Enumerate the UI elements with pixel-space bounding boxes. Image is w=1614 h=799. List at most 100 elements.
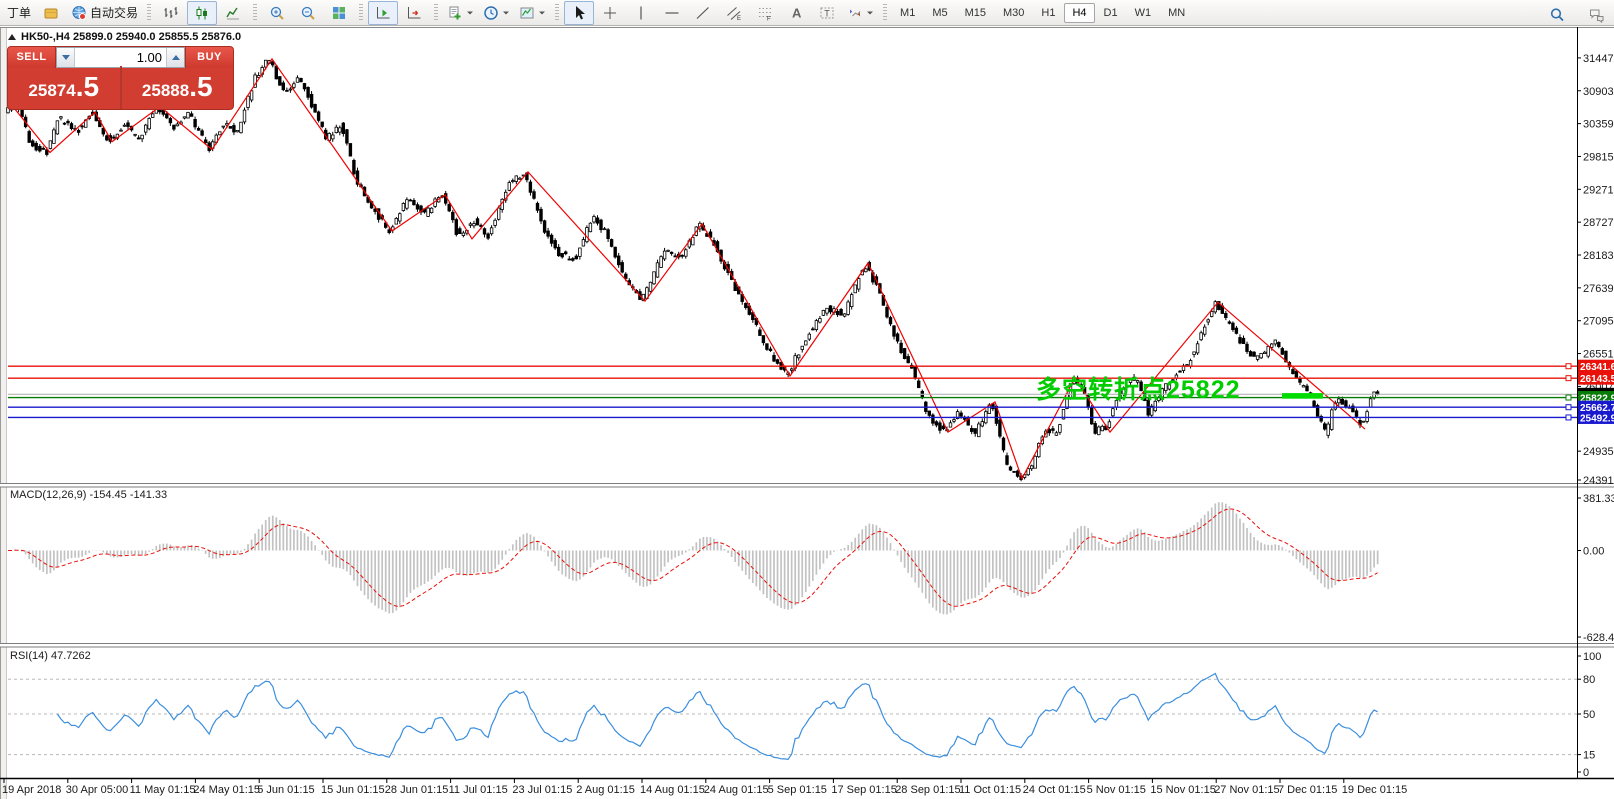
svg-text:15 Nov 01:15: 15 Nov 01:15	[1150, 784, 1215, 796]
arrows-icon	[847, 5, 863, 21]
timeframe-m1-button[interactable]: M1	[892, 3, 923, 23]
highlight-trendline-segment[interactable]	[1282, 393, 1323, 399]
fibonacci-button[interactable]: F	[750, 1, 780, 25]
chat-button[interactable]	[1582, 3, 1612, 27]
tile-windows-icon	[331, 5, 347, 21]
svg-text:24 May 01:15: 24 May 01:15	[193, 784, 260, 796]
text-button[interactable]: A	[781, 1, 811, 25]
rsi-indicator-label: RSI(14) 47.7262	[10, 650, 91, 662]
toolbar-grip	[253, 4, 257, 22]
autoscroll-button[interactable]	[368, 1, 398, 25]
timeframe-d1-button[interactable]: D1	[1096, 3, 1126, 23]
svg-text:24 Oct 01:15: 24 Oct 01:15	[1023, 784, 1086, 796]
svg-text:15 Jun 01:15: 15 Jun 01:15	[321, 784, 385, 796]
toolbar-grip	[359, 4, 363, 22]
svg-text:11 Jul 01:15: 11 Jul 01:15	[449, 784, 508, 796]
cursor-button[interactable]	[564, 1, 594, 25]
arrows-button[interactable]	[843, 1, 878, 25]
buy-price[interactable]: 25888.5	[120, 66, 234, 111]
svg-text:5 Nov 01:15: 5 Nov 01:15	[1087, 784, 1146, 796]
svg-text:T: T	[824, 8, 830, 18]
new-order-button[interactable]: 丁单	[3, 1, 35, 25]
timeframe-m15-button[interactable]: M15	[957, 3, 994, 23]
caret-down-icon	[466, 9, 474, 17]
svg-text:5 Sep 01:15: 5 Sep 01:15	[768, 784, 827, 796]
one-click-trading-panel: SELL 1.00 BUY 25874.5 25888.5	[7, 46, 234, 110]
chart-text-annotation[interactable]: 多空转折点25822	[1036, 370, 1241, 406]
volume-increase-button[interactable]	[166, 48, 184, 67]
svg-text:27095.0: 27095.0	[1583, 316, 1614, 328]
sell-price[interactable]: 25874.5	[8, 66, 120, 111]
channel-button[interactable]: E	[719, 1, 749, 25]
svg-text:15: 15	[1583, 750, 1595, 762]
svg-text:11 Oct 01:15: 11 Oct 01:15	[959, 784, 1021, 796]
autoscroll-icon	[375, 5, 391, 21]
crosshair-button[interactable]	[595, 1, 625, 25]
tile-windows-button[interactable]	[324, 1, 354, 25]
svg-text:24391.0: 24391.0	[1583, 475, 1614, 487]
text-label-button[interactable]: T	[812, 1, 842, 25]
bar-chart-button[interactable]	[156, 1, 186, 25]
timeframe-m5-button[interactable]: M5	[924, 3, 955, 23]
timeframe-mn-button[interactable]: MN	[1160, 3, 1193, 23]
new-chart-button[interactable]	[443, 1, 478, 25]
vertical-line-button[interactable]	[626, 1, 656, 25]
text-label-icon: T	[819, 5, 835, 21]
bar-chart-icon	[163, 5, 179, 21]
timeframe-m30-button[interactable]: M30	[995, 3, 1032, 23]
svg-text:19 Apr 2018: 19 Apr 2018	[2, 784, 61, 796]
svg-text:23 Jul 01:15: 23 Jul 01:15	[512, 784, 572, 796]
svg-text:31447.0: 31447.0	[1583, 53, 1614, 65]
chart-window: 31447.030903.030359.029815.029271.028727…	[0, 27, 1614, 799]
svg-text:-628.4: -628.4	[1583, 632, 1614, 644]
horizontal-line-button[interactable]	[657, 1, 687, 25]
collapse-triangle-icon[interactable]	[8, 34, 16, 40]
svg-text:14 Aug 01:15: 14 Aug 01:15	[640, 784, 705, 796]
vertical-line-icon	[633, 5, 649, 21]
period-button[interactable]	[479, 1, 514, 25]
toolbar-grip	[883, 4, 887, 22]
caret-down-icon	[502, 9, 510, 17]
caret-down-icon	[538, 9, 546, 17]
svg-text:26551.0: 26551.0	[1583, 349, 1614, 361]
new-chart-icon	[447, 5, 463, 21]
timeframe-h4-button[interactable]: H4	[1064, 3, 1094, 23]
toolbar-button-label: 自动交易	[90, 4, 138, 21]
autotrade-button[interactable]: 自动交易	[67, 1, 142, 25]
chart-shift-icon	[406, 5, 422, 21]
notify-icon	[43, 5, 59, 21]
svg-text:F: F	[767, 16, 771, 21]
line-chart-button[interactable]	[218, 1, 248, 25]
chart-shift-button[interactable]	[399, 1, 429, 25]
chart-title-text: HK50-,H4 25899.0 25940.0 25855.5 25876.0	[21, 31, 241, 43]
chart-canvas[interactable]: 31447.030903.030359.029815.029271.028727…	[0, 27, 1614, 799]
trendline-button[interactable]	[688, 1, 718, 25]
svg-text:100: 100	[1583, 651, 1601, 663]
candlestick-chart-icon	[194, 5, 210, 21]
svg-text:7 Dec 01:15: 7 Dec 01:15	[1278, 784, 1337, 796]
svg-text:30359.0: 30359.0	[1583, 119, 1614, 131]
template-icon	[519, 5, 535, 21]
svg-text:28183.0: 28183.0	[1583, 250, 1614, 262]
svg-text:25492.9: 25492.9	[1580, 413, 1614, 424]
svg-text:50: 50	[1583, 709, 1595, 721]
svg-text:0: 0	[1583, 767, 1589, 779]
zoom-out-icon	[300, 5, 316, 21]
caret-down-icon	[866, 9, 874, 17]
crosshair-icon	[602, 5, 618, 21]
svg-text:30 Apr 05:00: 30 Apr 05:00	[66, 784, 128, 796]
volume-decrease-button[interactable]	[57, 48, 75, 67]
timeframe-w1-button[interactable]: W1	[1127, 3, 1160, 23]
zoom-in-button[interactable]	[262, 1, 292, 25]
toolbar-button-label: 丁单	[7, 4, 31, 21]
notify-button[interactable]	[36, 1, 66, 25]
template-button[interactable]	[515, 1, 550, 25]
timeframe-h1-button[interactable]: H1	[1033, 3, 1063, 23]
autotrade-icon	[71, 5, 87, 21]
candlestick-chart-button[interactable]	[187, 1, 217, 25]
volume-value[interactable]: 1.00	[75, 48, 166, 67]
svg-text:A: A	[792, 5, 802, 20]
zoom-out-button[interactable]	[293, 1, 323, 25]
svg-text:24935.0: 24935.0	[1583, 446, 1614, 458]
search-button[interactable]	[1542, 3, 1572, 27]
